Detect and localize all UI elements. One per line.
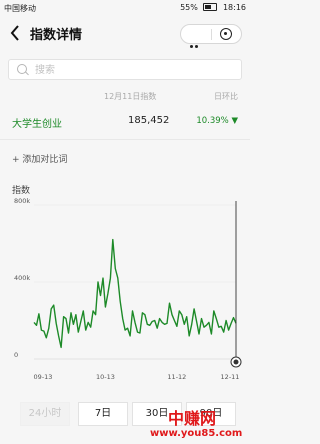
y-tick-label: 800k — [14, 197, 30, 205]
page-title: 指数详情 — [30, 28, 83, 43]
status-bar: 中国移动 55% 18:16 — [0, 0, 250, 18]
x-tick-label: 09-13 — [34, 373, 53, 381]
x-tick-label: 12-11 — [221, 373, 240, 381]
carrier-label: 中国移动 — [4, 4, 36, 13]
nav-bar: 指数详情 — [0, 18, 250, 67]
battery-icon — [203, 3, 218, 11]
add-compare-word-button[interactable]: + 添加对比词 — [12, 152, 67, 165]
back-arrow-icon[interactable] — [8, 23, 24, 43]
index-value: 185,452 — [128, 115, 170, 126]
series-line — [33, 238, 237, 349]
mini-program-capsule — [180, 24, 242, 67]
down-triangle-icon: ▼ — [231, 116, 238, 126]
section-divider — [0, 139, 250, 140]
x-tick-label: 10-13 — [96, 373, 115, 381]
y-tick-label: 400k — [14, 274, 30, 282]
battery-level: 55% — [180, 3, 198, 12]
day-change-value: 10.39% ▼ — [196, 116, 238, 126]
watermark-main-text: 中赚网 — [168, 409, 217, 428]
date-index-header: 12月11日指数 — [104, 92, 157, 101]
capsule-divider — [211, 29, 212, 40]
keyword-index-row[interactable]: 大学生创业 185,452 10.39% ▼ — [0, 111, 250, 131]
trend-line-chart: 800k 400k 0 09-13 10-13 11-12 12-11 — [14, 197, 242, 381]
search-box — [8, 59, 242, 80]
close-target-icon[interactable] — [220, 28, 232, 40]
clock: 18:16 — [222, 3, 246, 12]
cursor-handle-dot — [233, 359, 239, 365]
x-tick-label: 11-12 — [167, 373, 186, 381]
index-table-header: 12月11日指数 日环比 — [0, 91, 250, 103]
index-detail-page: 中国移动 55% 18:16 指数详情 12月11日指数 日环比 大学生创业 1… — [0, 0, 250, 444]
day-change-text: 10.39% — [196, 116, 229, 126]
keyword-label: 大学生创业 — [12, 119, 62, 130]
watermark-url-text: www.you85.com — [150, 428, 243, 439]
y-tick-label: 0 — [14, 351, 18, 359]
search-input[interactable] — [35, 61, 235, 79]
status-right: 55% 18:16 — [177, 3, 246, 12]
watermark-logo: 中赚网 www.you85.com — [150, 405, 248, 443]
more-menu-icon[interactable] — [190, 33, 204, 67]
day-change-header: 日环比 — [214, 92, 238, 101]
search-icon — [17, 64, 27, 74]
period-24h-button[interactable]: 24小时 — [20, 402, 70, 426]
period-7d-button[interactable]: 7日 — [78, 402, 128, 426]
